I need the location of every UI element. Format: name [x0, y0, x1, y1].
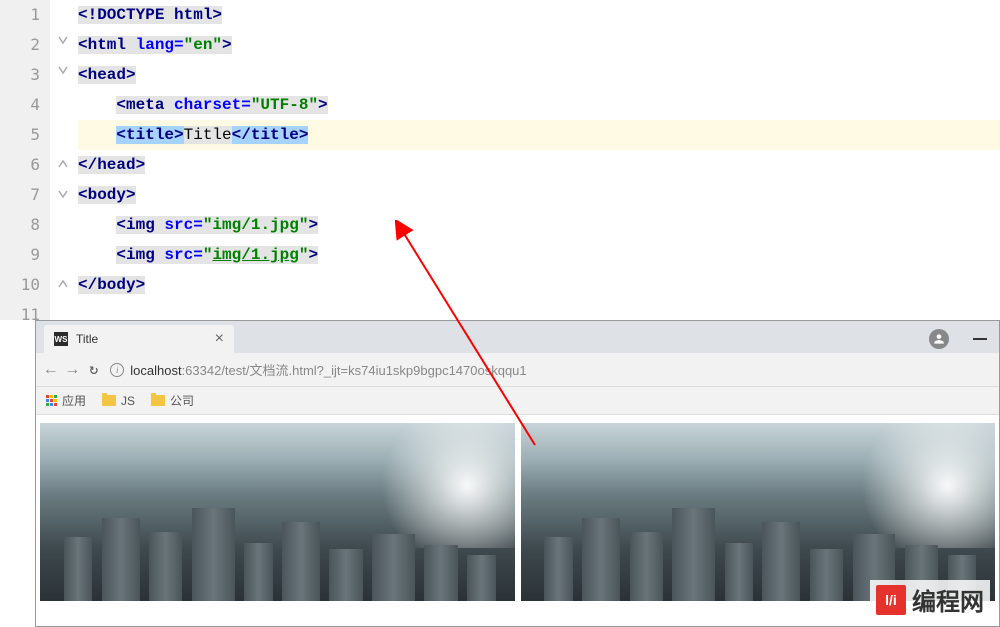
line-number[interactable]: 9: [0, 240, 50, 270]
bookmark-label: JS: [121, 394, 135, 408]
back-icon[interactable]: ←: [46, 361, 56, 379]
apps-button[interactable]: 应用: [46, 392, 86, 409]
bookmark-folder-js[interactable]: JS: [102, 394, 135, 408]
fold-column: [50, 0, 78, 320]
logo-text: 编程网: [912, 582, 984, 617]
line-number[interactable]: 1: [0, 0, 50, 30]
site-info-icon[interactable]: i: [110, 363, 124, 377]
url-input[interactable]: i localhost:63342/test/文档流.html?_ijt=ks7…: [110, 360, 989, 379]
code-line-6[interactable]: </head>: [78, 150, 1000, 180]
tab-title: Title: [76, 332, 98, 346]
line-number[interactable]: 7: [0, 180, 50, 210]
browser-chrome: WS Title × ← → ↻ i localhost:63342/test/…: [36, 321, 999, 415]
user-avatar-icon[interactable]: [929, 329, 949, 349]
code-line-7[interactable]: <body>: [78, 180, 1000, 210]
code-line-3[interactable]: <head>: [78, 60, 1000, 90]
code-content[interactable]: <!DOCTYPE html> <html lang="en"> <head> …: [78, 0, 1000, 300]
url-path: :63342/test/文档流.html?_ijt=ks74iu1skp9bgp…: [182, 363, 527, 378]
address-bar: ← → ↻ i localhost:63342/test/文档流.html?_i…: [36, 353, 999, 387]
minimize-icon[interactable]: [973, 338, 987, 340]
fold-toggle-icon[interactable]: [58, 159, 68, 169]
tab-close-icon[interactable]: ×: [215, 331, 224, 347]
page-image-2: [521, 423, 996, 601]
code-line-4[interactable]: <meta charset="UTF-8">: [78, 90, 1000, 120]
apps-grid-icon: [46, 395, 57, 406]
tab-bar: WS Title ×: [36, 321, 999, 353]
line-gutter: 1 2 3 4 5 6 7 8 9 10 11: [0, 0, 50, 320]
page-image-1: [40, 423, 515, 601]
browser-tab[interactable]: WS Title ×: [44, 325, 234, 353]
apps-label: 应用: [62, 392, 86, 409]
tab-favicon-icon: WS: [54, 332, 68, 346]
line-number[interactable]: 6: [0, 150, 50, 180]
code-line-5[interactable]: <title>Title</title>: [78, 120, 1000, 150]
code-line-8[interactable]: <img src="img/1.jpg">: [78, 210, 1000, 240]
bookmark-folder-company[interactable]: 公司: [151, 392, 194, 409]
bookmark-bar: 应用 JS 公司: [36, 387, 999, 415]
forward-icon[interactable]: →: [68, 361, 78, 379]
watermark-logo: l/i 编程网: [870, 580, 990, 619]
fold-toggle-icon[interactable]: [58, 279, 68, 289]
line-number[interactable]: 2: [0, 30, 50, 60]
line-number[interactable]: 10: [0, 270, 50, 300]
code-line-10[interactable]: </body>: [78, 270, 1000, 300]
folder-icon: [151, 395, 165, 406]
url-host: localhost: [130, 363, 181, 378]
folder-icon: [102, 395, 116, 406]
line-number[interactable]: 5: [0, 120, 50, 150]
line-number[interactable]: 4: [0, 90, 50, 120]
line-number[interactable]: 8: [0, 210, 50, 240]
code-line-2[interactable]: <html lang="en">: [78, 30, 1000, 60]
browser-window: WS Title × ← → ↻ i localhost:63342/test/…: [35, 320, 1000, 627]
code-line-1[interactable]: <!DOCTYPE html>: [78, 0, 1000, 30]
bookmark-label: 公司: [170, 392, 194, 409]
fold-toggle-icon[interactable]: [58, 189, 68, 199]
logo-icon: l/i: [876, 585, 906, 615]
line-number[interactable]: 3: [0, 60, 50, 90]
fold-toggle-icon[interactable]: [58, 65, 68, 75]
code-line-9[interactable]: <img src="img/1.jpg">: [78, 240, 1000, 270]
page-content: [36, 415, 999, 609]
reload-icon[interactable]: ↻: [89, 360, 98, 379]
fold-toggle-icon[interactable]: [58, 35, 68, 45]
